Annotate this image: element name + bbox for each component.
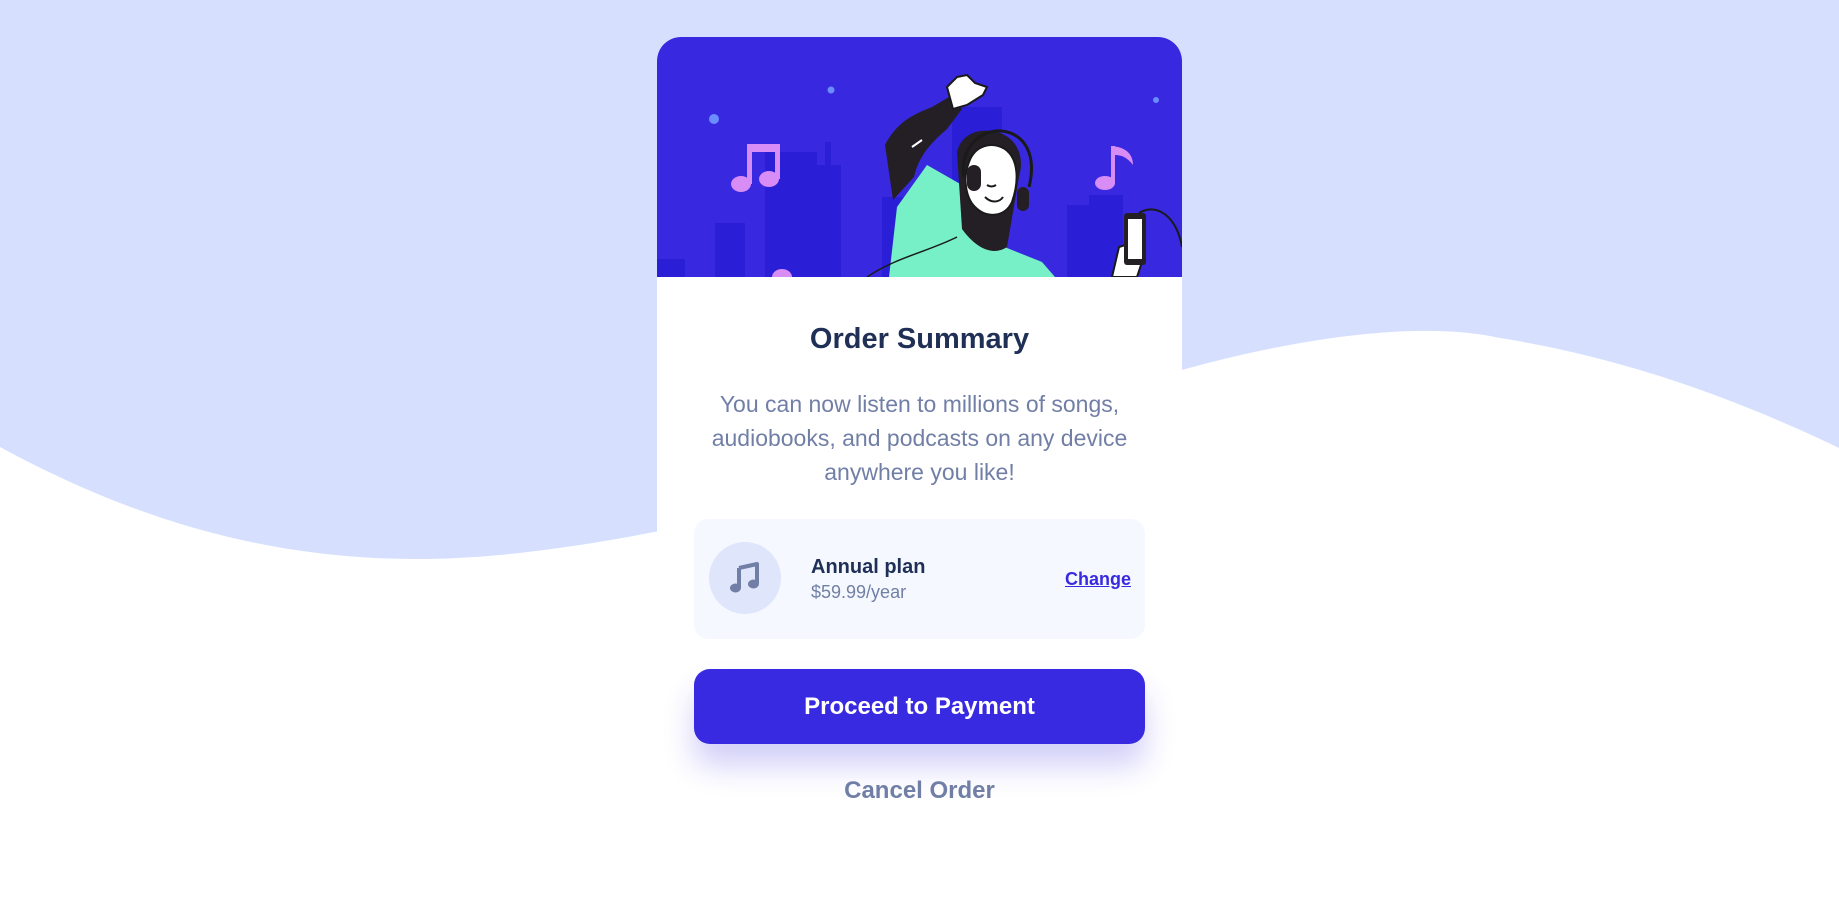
cancel-order-button[interactable]: Cancel Order xyxy=(694,769,1145,813)
plan-name: Annual plan xyxy=(811,556,926,578)
proceed-to-payment-button[interactable]: Proceed to Payment xyxy=(694,669,1145,744)
page-title: Order Summary xyxy=(809,323,1030,355)
order-description: You can now listen to millions of songs,… xyxy=(711,391,1128,485)
plan-price: $59.99/year xyxy=(811,582,907,602)
music-note-icon xyxy=(709,542,781,614)
plan-summary: Annual plan $59.99/year Change xyxy=(694,519,1145,639)
hero-illustration xyxy=(657,37,1182,277)
change-plan-link[interactable]: Change xyxy=(1065,567,1131,591)
order-summary-card: Order Summary You can now listen to mill… xyxy=(657,37,1182,902)
